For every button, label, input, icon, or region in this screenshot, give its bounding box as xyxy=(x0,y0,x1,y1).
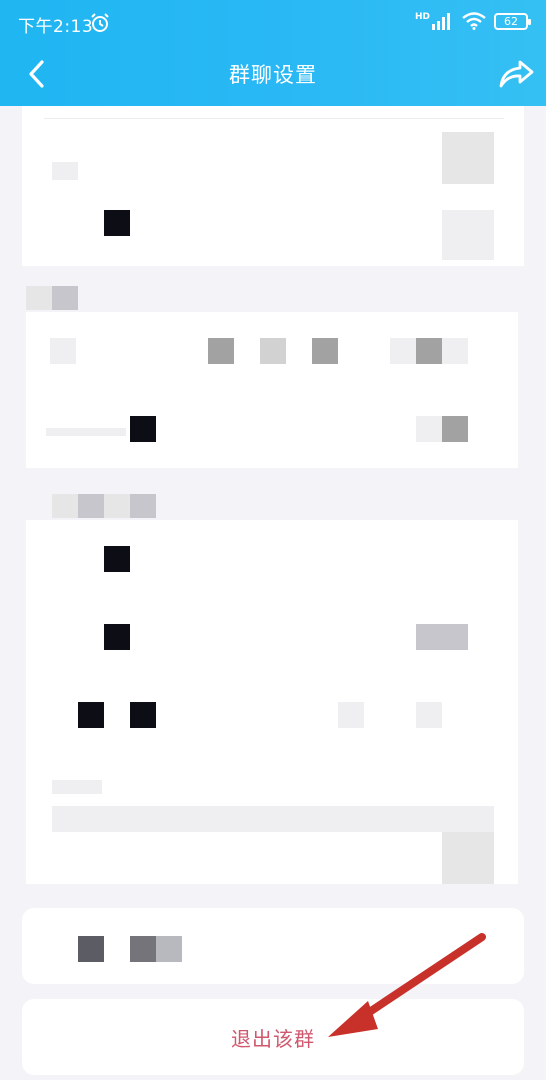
redacted-block xyxy=(130,416,156,442)
section-header-placeholder xyxy=(104,494,130,518)
section-header-placeholder xyxy=(52,494,78,518)
member-avatar[interactable] xyxy=(390,338,416,364)
redacted-block xyxy=(104,546,130,572)
share-icon[interactable] xyxy=(496,56,536,92)
redacted-block xyxy=(130,936,156,962)
member-avatar[interactable] xyxy=(312,338,338,364)
network-label: HD xyxy=(414,12,430,22)
nav-bar: 群聊设置 xyxy=(0,46,546,106)
row-value-placeholder xyxy=(442,832,494,884)
redacted-block xyxy=(104,624,130,650)
app-header: 下午2:13 HD 62 群聊设置 xyxy=(0,0,546,106)
divider xyxy=(44,118,504,119)
row-value-placeholder xyxy=(442,210,494,260)
member-avatar[interactable] xyxy=(442,338,468,364)
battery-level: 62 xyxy=(504,14,518,28)
status-time: 下午2:13 xyxy=(18,17,94,37)
row-label-placeholder xyxy=(52,780,102,794)
alarm-icon xyxy=(91,13,109,32)
status-bar: 下午2:13 HD 62 xyxy=(0,0,546,46)
settings-card-1 xyxy=(22,106,524,266)
member-avatar[interactable] xyxy=(208,338,234,364)
redacted-block xyxy=(104,210,130,236)
row-value-placeholder xyxy=(338,702,364,728)
redacted-block xyxy=(156,936,182,962)
redacted-block xyxy=(78,936,104,962)
page-title: 群聊设置 xyxy=(229,63,317,87)
row-label-placeholder xyxy=(50,338,76,364)
section-header-placeholder xyxy=(26,286,52,310)
row-value-placeholder xyxy=(442,416,468,442)
settings-card-3 xyxy=(26,520,518,884)
row-value-placeholder xyxy=(416,624,468,650)
signal-icon xyxy=(432,13,450,30)
row-label-placeholder xyxy=(52,162,78,180)
redacted-block xyxy=(130,702,156,728)
battery-icon: 62 xyxy=(494,12,531,30)
annotation-arrow-icon xyxy=(328,933,486,1037)
row-value-placeholder xyxy=(416,416,442,442)
status-icons: HD 62 xyxy=(414,12,531,30)
group-avatar-thumbnail[interactable] xyxy=(442,132,494,184)
settings-card-2 xyxy=(26,312,518,468)
row-label-placeholder xyxy=(46,428,126,436)
wifi-icon xyxy=(462,12,486,30)
row-value-placeholder xyxy=(416,702,442,728)
section-header-placeholder xyxy=(78,494,104,518)
row-input-placeholder xyxy=(52,806,494,832)
redacted-block xyxy=(78,702,104,728)
member-avatar[interactable] xyxy=(260,338,286,364)
member-avatar[interactable] xyxy=(416,338,442,364)
section-header-placeholder xyxy=(52,286,78,310)
section-header-placeholder xyxy=(130,494,156,518)
